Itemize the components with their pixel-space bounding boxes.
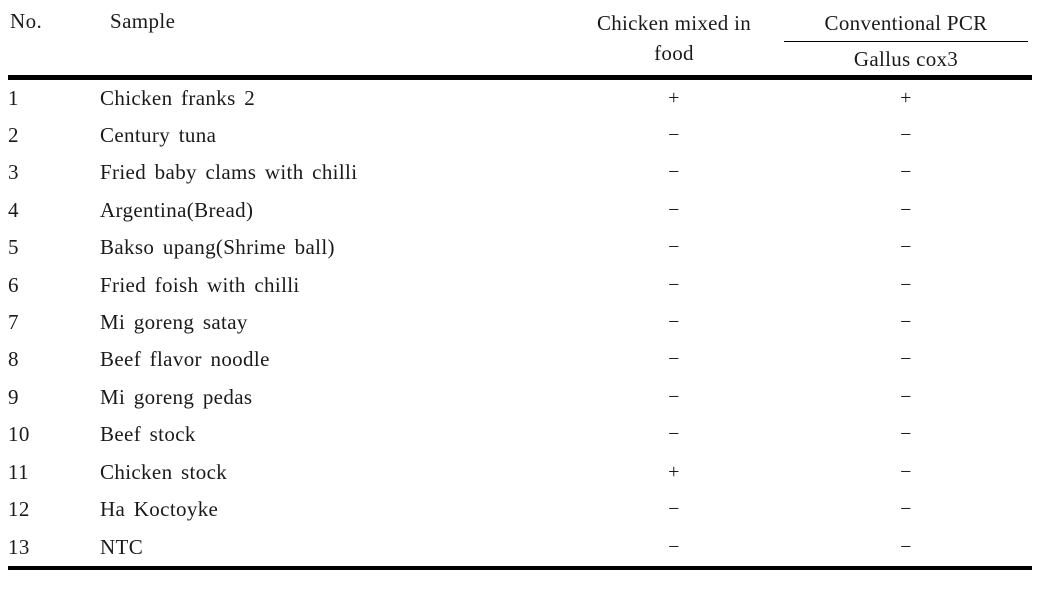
cell-no: 10 (8, 422, 30, 447)
cell-no: 8 (8, 347, 19, 372)
cell-chicken-mixed-result: + (668, 460, 680, 483)
cell-pcr-result: − (900, 460, 912, 483)
column-header-mixed-line-1: Chicken mixed in (596, 11, 752, 35)
column-header-chicken-mixed-in-food: Chicken mixed in food (568, 0, 780, 77)
cell-no: 7 (8, 310, 19, 335)
cell-no: 3 (8, 160, 19, 185)
table-row: 7 Mi goreng satay − − (8, 304, 1032, 341)
table-row: 3 Fried baby clams with chilli − − (8, 154, 1032, 191)
cell-chicken-mixed-result: + (668, 86, 680, 109)
cell-no: 4 (8, 197, 19, 222)
cell-sample-name: Fried baby clams with chilli (100, 160, 358, 185)
cell-sample-name: Beef flavor noodle (100, 347, 270, 372)
cell-pcr-result: − (900, 535, 912, 558)
table-row: 10 Beef stock − − (8, 416, 1032, 453)
cell-no: 5 (8, 235, 19, 260)
cell-sample-name: NTC (100, 534, 144, 559)
cell-pcr-result: − (900, 273, 912, 296)
table-row: 8 Beef flavor noodle − − (8, 341, 1032, 378)
cell-chicken-mixed-result: − (668, 348, 680, 371)
cell-chicken-mixed-result: − (668, 198, 680, 221)
cell-pcr-result: − (900, 198, 912, 221)
column-header-no: No. (10, 9, 43, 33)
cell-pcr-result: − (900, 161, 912, 184)
cell-chicken-mixed-result: − (668, 311, 680, 334)
table-row: 5 Bakso upang(Shrime ball) − − (8, 229, 1032, 266)
cell-chicken-mixed-result: − (668, 498, 680, 521)
cell-sample-name: Mi goreng satay (100, 310, 248, 335)
table-row: 4 Argentina(Bread) − − (8, 192, 1032, 229)
table-header: No. Sample Chicken mixed in food Convent… (8, 0, 1032, 77)
table-row: 11 Chicken stock + − (8, 454, 1032, 491)
cell-sample-name: Century tuna (100, 123, 217, 148)
column-header-pcr-group-label: Conventional PCR (824, 11, 988, 35)
cell-chicken-mixed-result: − (668, 273, 680, 296)
cell-no: 12 (8, 497, 30, 522)
results-table-container: No. Sample Chicken mixed in food Convent… (0, 0, 1040, 593)
cell-pcr-result: − (900, 124, 912, 147)
cell-sample-name: Ha Koctoyke (100, 497, 219, 522)
cell-sample-name: Argentina(Bread) (100, 197, 254, 222)
cell-pcr-result: − (900, 236, 912, 259)
cell-pcr-result: − (900, 348, 912, 371)
cell-chicken-mixed-result: − (668, 124, 680, 147)
cell-no: 13 (8, 534, 30, 559)
cell-chicken-mixed-result: − (668, 161, 680, 184)
cell-pcr-result: + (900, 86, 912, 109)
cell-chicken-mixed-result: − (668, 236, 680, 259)
cell-sample-name: Bakso upang(Shrime ball) (100, 235, 335, 260)
cell-sample-name: Beef stock (100, 422, 196, 447)
table-row: 6 Fried foish with chilli − − (8, 267, 1032, 304)
cell-no: 6 (8, 272, 19, 297)
column-header-sample: Sample (110, 9, 176, 33)
cell-pcr-result: − (900, 498, 912, 521)
table-body: 1 Chicken franks 2 + + 2 Century tuna − … (8, 80, 1032, 568)
cell-sample-name: Mi goreng pedas (100, 384, 253, 409)
cell-no: 1 (8, 85, 19, 110)
table-row: 1 Chicken franks 2 + + (8, 80, 1032, 117)
cell-pcr-result: − (900, 385, 912, 408)
table-bottom-rule (8, 565, 1032, 572)
cell-no: 2 (8, 123, 19, 148)
sample-pcr-results-table: No. Sample Chicken mixed in food Convent… (8, 0, 1032, 572)
table-row: 2 Century tuna − − (8, 117, 1032, 154)
header-row: No. Sample Chicken mixed in food Convent… (8, 0, 1032, 77)
cell-sample-name: Fried foish with chilli (100, 272, 300, 297)
cell-sample-name: Chicken franks 2 (100, 85, 256, 110)
cell-pcr-result: − (900, 423, 912, 446)
column-header-mixed-line-2: food (654, 40, 694, 65)
table-row: 13 NTC − − (8, 529, 1032, 568)
table-row: 9 Mi goreng pedas − − (8, 379, 1032, 416)
table-row: 12 Ha Koctoyke − − (8, 491, 1032, 528)
column-header-pcr-target-label: Gallus cox3 (853, 46, 959, 71)
cell-chicken-mixed-result: − (668, 423, 680, 446)
cell-no: 11 (8, 459, 29, 484)
column-header-conventional-pcr: Conventional PCR Gallus cox3 (780, 0, 1032, 77)
cell-chicken-mixed-result: − (668, 535, 680, 558)
cell-no: 9 (8, 384, 19, 409)
cell-pcr-result: − (900, 311, 912, 334)
cell-sample-name: Chicken stock (100, 459, 228, 484)
cell-chicken-mixed-result: − (668, 385, 680, 408)
